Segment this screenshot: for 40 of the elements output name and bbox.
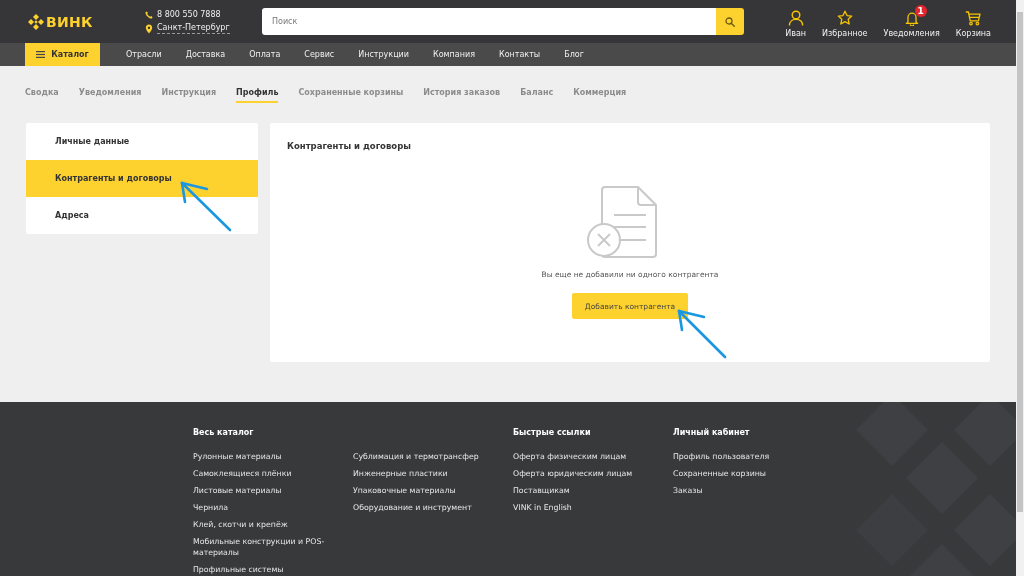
annotation-arrow	[180, 181, 232, 232]
notification-badge: 1	[914, 4, 927, 17]
city-link[interactable]: Санкт-Петербург	[157, 23, 230, 34]
phone-icon	[145, 10, 153, 19]
search-button[interactable]	[716, 8, 744, 35]
annotation-arrow	[677, 309, 727, 359]
cart-icon	[965, 9, 982, 26]
phone-number[interactable]: 8 800 550 7888	[157, 9, 221, 20]
section-title: Контрагенты и договоры	[287, 141, 412, 152]
nav-link[interactable]: Оплата	[249, 49, 281, 60]
footer-heading: Личный кабинет	[673, 427, 751, 439]
logo-text[interactable]: ВИНК	[46, 13, 93, 30]
nav-link[interactable]: Компания	[433, 49, 475, 60]
sidebar-item[interactable]: Адреса	[26, 197, 258, 234]
cart-button[interactable]: Корзина	[955, 4, 991, 39]
location-pin-icon	[145, 23, 153, 34]
notifications-button[interactable]: 1 Уведомления	[883, 4, 940, 39]
nav-link[interactable]: Доставка	[185, 49, 226, 60]
sidebar-item[interactable]: Контрагенты и договоры	[26, 160, 258, 197]
footer-heading: Весь каталог	[193, 427, 255, 439]
nav-link[interactable]: Сервис	[304, 49, 335, 60]
menu-icon	[36, 51, 46, 58]
user-icon	[787, 9, 804, 26]
sidebar-item[interactable]: Личные данные	[26, 123, 258, 160]
favorites-button[interactable]: Избранное	[822, 4, 868, 39]
profile-button[interactable]: Иван	[785, 4, 807, 39]
nav-link[interactable]: Отрасли	[126, 49, 162, 60]
profile-tab[interactable]: Профиль	[236, 87, 279, 103]
footer-heading: Быстрые ссылки	[513, 427, 592, 439]
nav-link[interactable]: Контакты	[499, 49, 541, 60]
scrollbar-thumb[interactable]	[1017, 12, 1023, 512]
scrollbar-track[interactable]	[1016, 0, 1024, 576]
nav-link[interactable]: Блог	[564, 49, 584, 60]
star-icon	[836, 9, 853, 26]
document-cross-icon	[586, 185, 658, 259]
logo-icon	[28, 13, 44, 30]
catalog-button[interactable]: Каталог	[25, 43, 100, 66]
search-field[interactable]: Поиск	[262, 8, 716, 35]
nav-link[interactable]: Инструкции	[358, 49, 409, 60]
search-icon	[725, 16, 735, 27]
